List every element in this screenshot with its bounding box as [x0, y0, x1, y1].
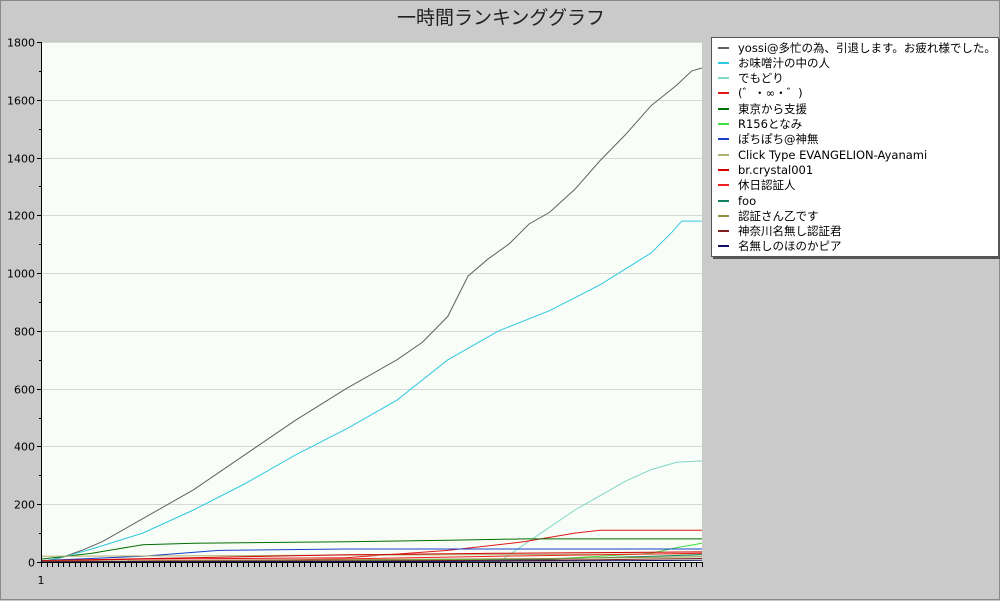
- legend-label: でもどり: [738, 71, 784, 86]
- legend-label: 休日認証人: [738, 178, 796, 193]
- legend-label: 認証さん乙です: [738, 208, 819, 223]
- plot-area: [41, 42, 702, 562]
- legend-swatch: [718, 107, 729, 110]
- legend-item: 名無しのほのかピア: [718, 239, 842, 254]
- legend-label: foo: [738, 193, 757, 208]
- legend-label: R156となみ: [738, 117, 803, 131]
- legend-label: 東京から支援: [738, 101, 807, 116]
- y-tick-label: 1000: [7, 268, 35, 281]
- legend-swatch: [718, 214, 729, 217]
- legend-label: ぽちぽち@神無: [738, 132, 819, 147]
- legend: yossi@多忙の為、引退します。お疲れ様でした。 お味噌汁の中の人 でもどり (゛・…: [711, 37, 999, 257]
- legend-item: 東京から支援: [718, 101, 807, 116]
- legend-label: お味噌汁の中の人: [738, 55, 830, 70]
- legend-swatch: [718, 230, 729, 233]
- legend-item: (゛・∞・゛): [718, 86, 803, 101]
- legend-swatch: [718, 61, 729, 64]
- y-tick-label: 0: [28, 557, 35, 570]
- legend-swatch: [718, 123, 729, 125]
- legend-label: br.crystal001: [738, 162, 814, 177]
- legend-item: R156となみ: [718, 117, 802, 132]
- legend-item: 神奈川名無し認証君: [718, 224, 842, 239]
- legend-item: 認証さん乙です: [718, 208, 819, 223]
- legend-item: ぽちぽち@神無: [718, 132, 819, 147]
- legend-item: Click Type EVANGELION-Ayanami: [718, 147, 927, 162]
- legend-item: お味噌汁の中の人: [718, 55, 830, 70]
- legend-label: yossi@多忙の為、引退します。お疲れ様でした。: [738, 40, 996, 55]
- legend-swatch: [718, 184, 729, 187]
- legend-item: でもどり: [718, 71, 784, 86]
- legend-swatch: [718, 168, 729, 171]
- y-tick-label: 1400: [7, 153, 35, 166]
- y-tick-label: 1800: [7, 37, 35, 50]
- legend-swatch: [718, 138, 729, 141]
- legend-label: Click Type EVANGELION-Ayanami: [738, 147, 928, 162]
- legend-item: yossi@多忙の為、引退します。お疲れ様でした。: [718, 40, 996, 55]
- legend-item: br.crystal001: [718, 162, 813, 177]
- y-tick-label: 1600: [7, 95, 35, 108]
- y-tick-label: 1200: [7, 210, 35, 223]
- y-tick-label: 800: [14, 326, 35, 339]
- y-tick-label: 600: [14, 384, 35, 397]
- legend-swatch: [718, 199, 729, 202]
- legend-item: foo: [718, 193, 756, 208]
- legend-label: 名無しのほのかピア: [738, 239, 842, 254]
- y-tick-label: 200: [14, 499, 35, 512]
- legend-swatch: [718, 245, 729, 248]
- legend-swatch: [718, 46, 729, 49]
- legend-item: 休日認証人: [718, 178, 796, 193]
- chart-window: 一時間ランキンググラフ 0 200 400 600 800 1000 1200 1400 160…: [0, 0, 1000, 600]
- legend-label: (゛・∞・゛): [738, 86, 803, 101]
- legend-swatch: [718, 153, 729, 156]
- legend-label: 神奈川名無し認証君: [738, 224, 842, 239]
- legend-swatch: [718, 92, 729, 95]
- y-tick-label: 400: [14, 441, 35, 454]
- x-tick-label: 1: [38, 574, 45, 587]
- legend-swatch: [718, 77, 729, 80]
